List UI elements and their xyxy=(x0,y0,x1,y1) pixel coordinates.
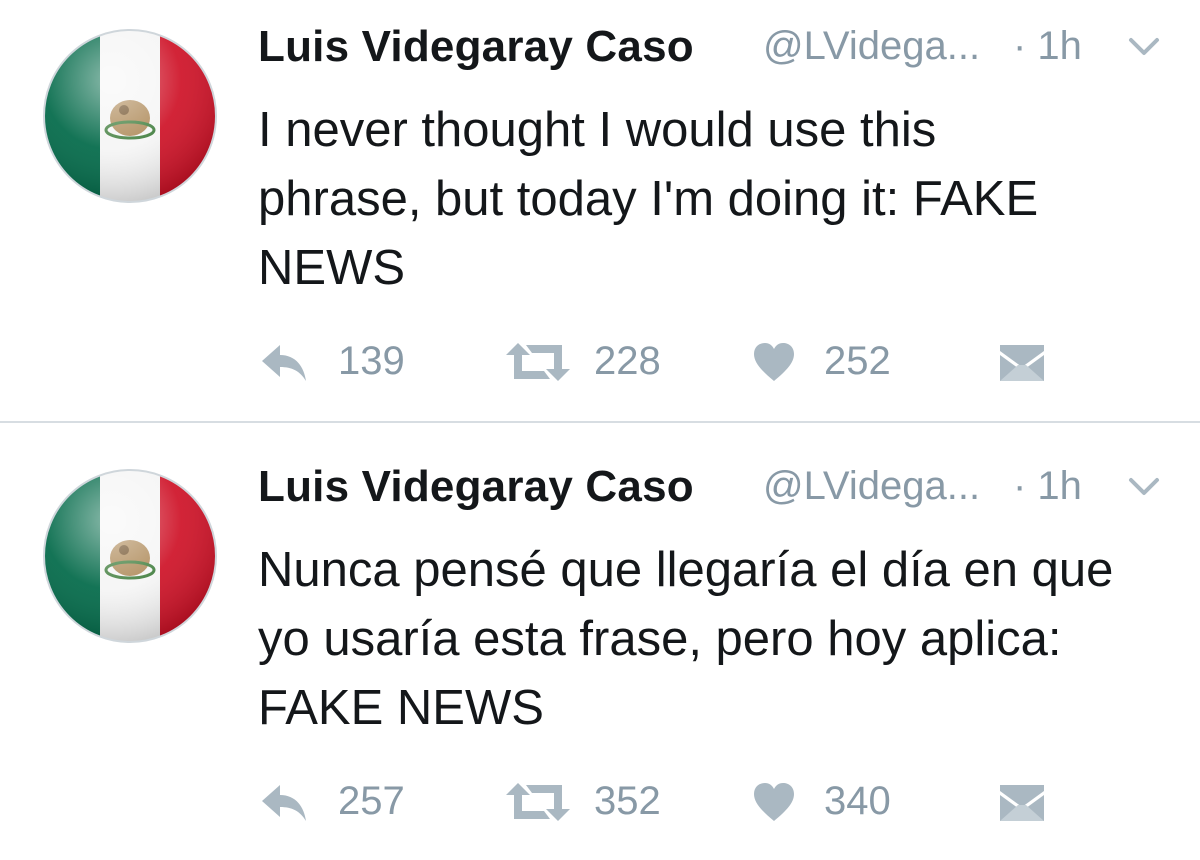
reply-arrow-icon xyxy=(262,785,306,821)
reply-button[interactable]: 139 xyxy=(258,337,418,387)
direct-message-button[interactable] xyxy=(998,777,1050,827)
heart-icon xyxy=(754,783,794,821)
retweet-icon xyxy=(506,343,570,381)
reply-arrow-icon xyxy=(262,345,306,381)
tweet-text-line: yo usaría esta frase, pero hoy aplica: xyxy=(258,612,1062,666)
retweet-count: 352 xyxy=(594,779,661,823)
author-handle[interactable]: @LVidega... xyxy=(763,464,980,509)
author-handle[interactable]: @LVidega... xyxy=(763,24,980,69)
tweet[interactable]: Luis Videgaray Caso @LVidega... · 1h I n… xyxy=(0,0,1200,420)
author-name[interactable]: Luis Videgaray Caso xyxy=(258,462,694,512)
like-button[interactable]: 252 xyxy=(752,337,922,387)
avatar[interactable] xyxy=(40,466,220,646)
direct-message-button[interactable] xyxy=(998,337,1050,387)
heart-icon xyxy=(754,343,794,381)
mexico-flag-icon xyxy=(43,29,217,203)
envelope-icon xyxy=(1000,785,1044,821)
like-count: 340 xyxy=(824,779,891,823)
envelope-icon xyxy=(1000,345,1044,381)
tweet[interactable]: Luis Videgaray Caso @LVidega... · 1h Nun… xyxy=(0,440,1200,860)
retweet-count: 228 xyxy=(594,339,661,383)
reply-count: 139 xyxy=(338,339,405,383)
mexico-flag-icon xyxy=(43,469,217,643)
retweet-button[interactable]: 228 xyxy=(506,337,686,387)
tweet-text-line: NEWS xyxy=(258,241,405,295)
reply-button[interactable]: 257 xyxy=(258,777,418,827)
author-name[interactable]: Luis Videgaray Caso xyxy=(258,22,694,72)
like-count: 252 xyxy=(824,339,891,383)
tweet-header: Luis Videgaray Caso @LVidega... · 1h xyxy=(258,22,1178,78)
tweet-header: Luis Videgaray Caso @LVidega... · 1h xyxy=(258,462,1178,518)
like-button[interactable]: 340 xyxy=(752,777,922,827)
chevron-down-icon[interactable] xyxy=(1128,476,1160,498)
retweet-button[interactable]: 352 xyxy=(506,777,686,827)
reply-count: 257 xyxy=(338,779,405,823)
tweet-text: I never thought I would use this phrase,… xyxy=(258,96,1178,303)
tweet-actions: 139 228 252 xyxy=(258,337,1158,387)
tweet-text-line: phrase, but today I'm doing it: FAKE xyxy=(258,172,1039,226)
tweet-text: Nunca pensé que llegaría el día en que y… xyxy=(258,536,1178,743)
avatar[interactable] xyxy=(40,26,220,206)
tweet-timestamp[interactable]: · 1h xyxy=(1013,464,1082,509)
tweet-text-line: FAKE NEWS xyxy=(258,681,544,735)
tweet-actions: 257 352 340 xyxy=(258,777,1158,827)
chevron-down-icon[interactable] xyxy=(1128,36,1160,58)
tweet-text-line: I never thought I would use this xyxy=(258,103,937,157)
retweet-icon xyxy=(506,783,570,821)
tweet-divider xyxy=(0,421,1200,423)
tweet-text-line: Nunca pensé que llegaría el día en que xyxy=(258,543,1114,597)
tweet-timestamp[interactable]: · 1h xyxy=(1013,24,1082,69)
